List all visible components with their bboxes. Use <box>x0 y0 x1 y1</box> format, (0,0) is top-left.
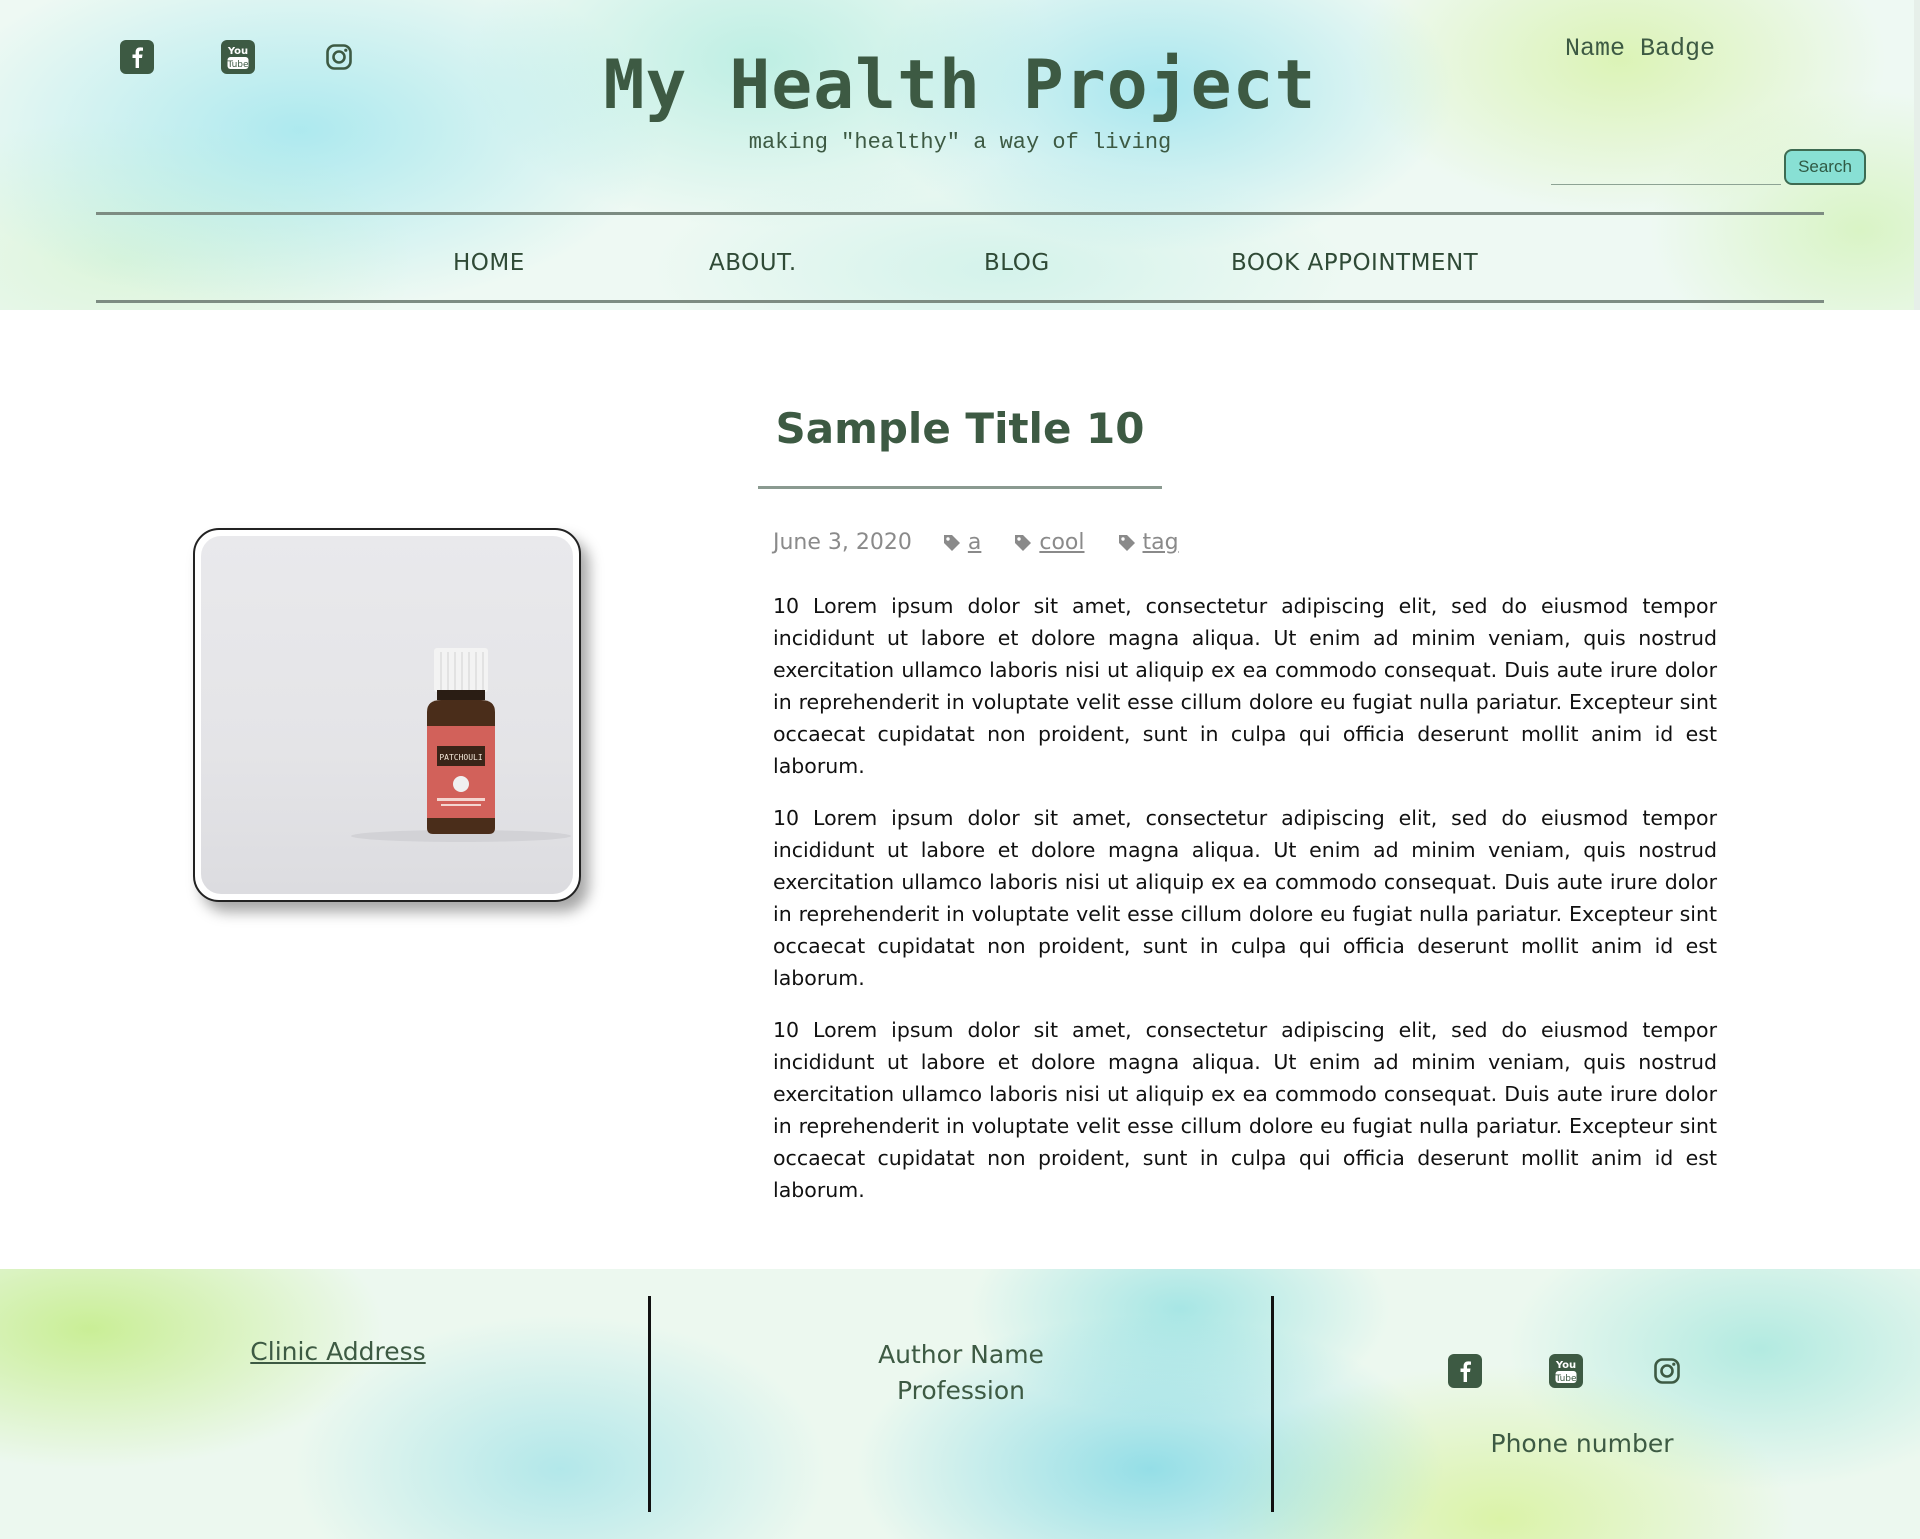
nav-item-book-appointment[interactable]: BOOK APPOINTMENT <box>1231 250 1478 276</box>
footer-social-links: You Tube <box>1448 1354 1684 1388</box>
svg-text:Tube: Tube <box>1554 1374 1577 1384</box>
post-paragraph: 10 Lorem ipsum dolor sit amet, consectet… <box>773 806 1717 990</box>
search-input[interactable] <box>1551 152 1781 185</box>
footer-divider <box>1271 1296 1274 1512</box>
clinic-address-link[interactable]: Clinic Address <box>0 1337 676 1366</box>
tag-icon <box>1015 534 1032 551</box>
main-nav: HOME ABOUT. BLOG BOOK APPOINTMENT <box>0 228 1920 300</box>
nav-bottom-rule <box>96 300 1824 303</box>
post-date: June 3, 2020 <box>773 530 912 555</box>
footer-author: Author Name Profession <box>650 1337 1272 1409</box>
post-paragraph: 10 Lorem ipsum dolor sit amet, consectet… <box>773 1018 1717 1202</box>
nav-top-rule <box>96 212 1824 215</box>
facebook-icon[interactable] <box>1448 1354 1482 1388</box>
phone-number: Phone number <box>1490 1429 1674 1458</box>
post-image: PATCHOULI <box>193 528 581 902</box>
instagram-icon[interactable] <box>1650 1354 1684 1388</box>
site-footer: Clinic Address Author Name Profession Yo… <box>0 1269 1920 1539</box>
bottle-label: PATCHOULI <box>439 753 483 762</box>
tag-item: tag <box>1117 530 1179 555</box>
nav-item-home[interactable]: HOME <box>453 250 525 276</box>
author-profession: Profession <box>897 1376 1025 1405</box>
post-meta: June 3, 2020 a cool tag <box>773 530 1211 555</box>
tag-link-cool[interactable]: cool <box>1039 530 1084 555</box>
post-title: Sample Title 10 <box>775 404 1145 453</box>
essential-oil-bottle-illustration: PATCHOULI <box>351 648 571 842</box>
search-button[interactable]: Search <box>1784 149 1866 185</box>
scroll-strip <box>1914 0 1920 310</box>
author-name: Author Name <box>878 1340 1044 1369</box>
nav-item-blog[interactable]: BLOG <box>984 250 1050 276</box>
svg-text:You: You <box>1555 1360 1576 1371</box>
tag-icon <box>943 534 960 551</box>
youtube-icon[interactable]: You Tube <box>1549 1354 1583 1388</box>
tag-item: cool <box>1013 530 1085 555</box>
nav-item-about[interactable]: ABOUT. <box>709 250 797 276</box>
tag-link-tag[interactable]: tag <box>1143 530 1179 555</box>
post-body: 10 Lorem ipsum dolor sit amet, consectet… <box>773 590 1717 1226</box>
site-header: You Tube My Health Project making "healt… <box>0 0 1920 310</box>
tag-item: a <box>942 530 981 555</box>
name-badge: Name Badge <box>1564 34 1716 63</box>
post-image-photo: PATCHOULI <box>201 536 573 894</box>
title-underline <box>758 486 1162 489</box>
tag-icon <box>1118 534 1135 551</box>
post-paragraph: 10 Lorem ipsum dolor sit amet, consectet… <box>773 594 1717 778</box>
tag-link-a[interactable]: a <box>968 530 981 555</box>
